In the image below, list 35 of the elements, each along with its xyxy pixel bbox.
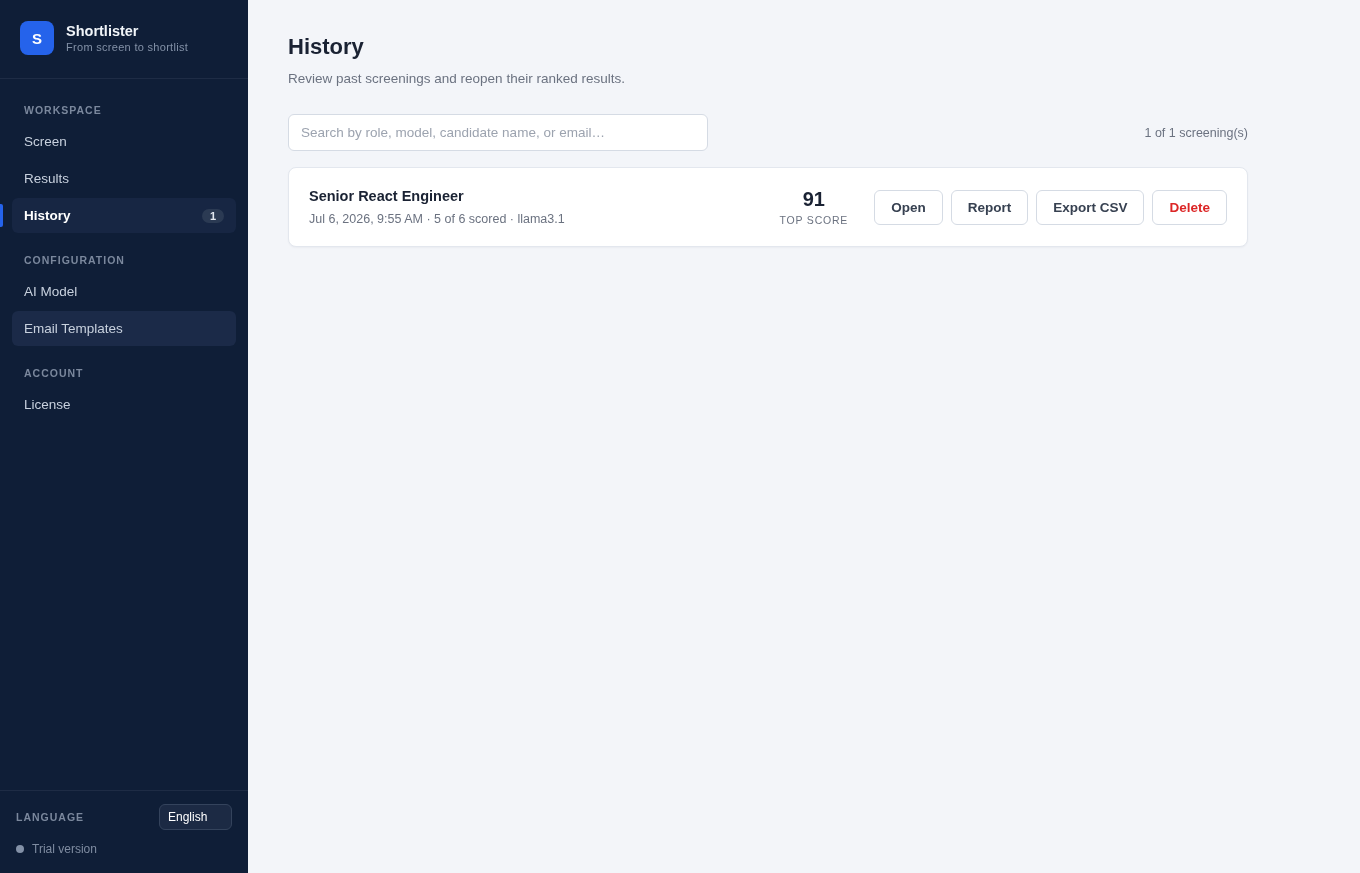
nav-item-label: History — [24, 208, 71, 223]
nav-item-label: AI Model — [24, 284, 78, 299]
nav-item-label: Screen — [24, 134, 67, 149]
app-name: Shortlister — [66, 22, 140, 40]
nav-item-label: Results — [24, 171, 69, 186]
nav-section-title: ACCOUNT — [23, 366, 85, 380]
language-select[interactable]: English — [159, 804, 232, 830]
search-field[interactable]: Search by role, model, candidate name, or email… — [288, 114, 708, 151]
language-label: LANGUAGE — [16, 811, 85, 823]
top-score-value: 91 — [802, 187, 825, 211]
action-button[interactable]: Report — [950, 189, 1029, 225]
status-dot-icon — [16, 845, 24, 853]
action-button[interactable]: Export CSV — [1036, 189, 1145, 225]
page-title: History — [288, 33, 365, 61]
nav-item[interactable]: Screen — [12, 124, 236, 159]
app-tagline: From screen to shortlist — [66, 40, 189, 54]
nav-item[interactable]: License — [12, 387, 236, 422]
nav-item-label: Email Templates — [24, 321, 123, 336]
action-button[interactable]: Open — [874, 189, 943, 225]
nav-item[interactable]: AI Model — [12, 274, 236, 309]
result-count: 1 of 1 screening(s) — [1144, 125, 1248, 140]
nav-section-title: CONFIGURATION — [23, 253, 126, 267]
nav-section-title: WORKSPACE — [23, 103, 103, 117]
top-score-label: TOP SCORE — [779, 213, 849, 227]
nav-item[interactable]: History 1 — [12, 198, 236, 233]
nav-item-label: License — [24, 397, 71, 412]
action-button[interactable]: Delete — [1152, 189, 1227, 225]
logo-icon: S — [20, 21, 54, 55]
nav-item[interactable]: Results — [12, 161, 236, 196]
screening-meta: Jul 6, 2026, 9:55 AM · 5 of 6 scored · llama3.1 — [309, 211, 566, 228]
nav-item[interactable]: Email Templates — [12, 311, 236, 346]
screening-title: Senior React Engineer — [309, 187, 465, 206]
license-status: Trial version — [32, 842, 97, 856]
count-badge: 1 — [201, 208, 224, 223]
page-subtitle: Review past screenings and reopen their ranked results. — [288, 70, 626, 88]
